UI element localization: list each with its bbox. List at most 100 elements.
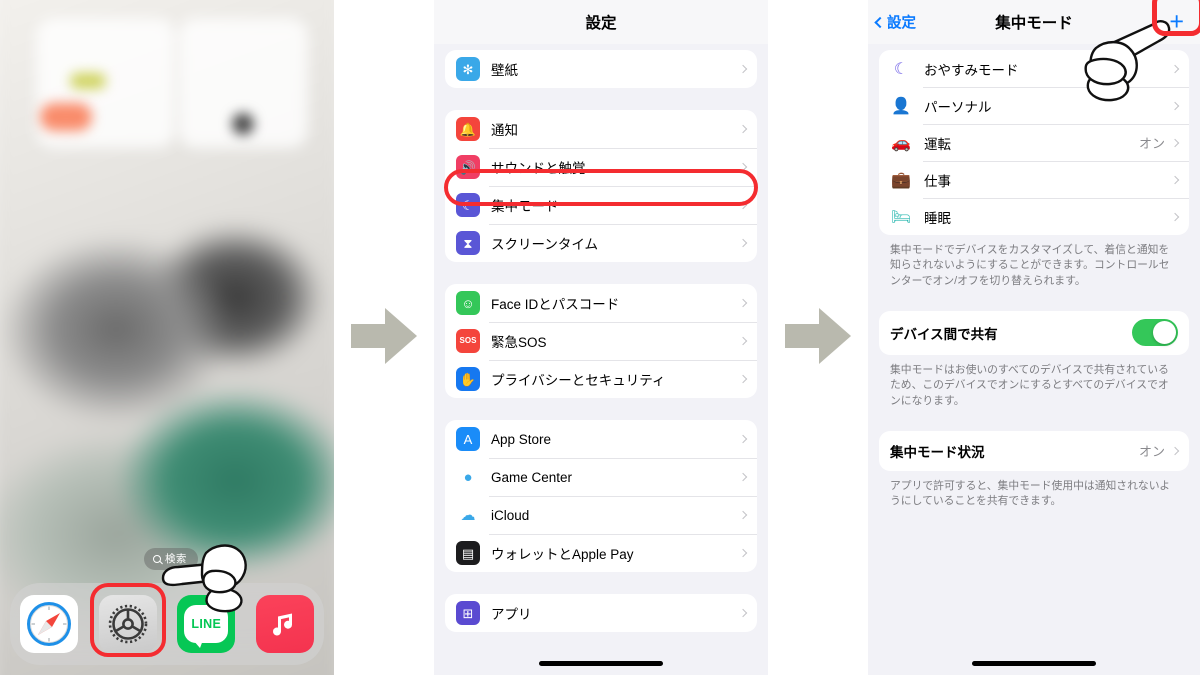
dock-app-settings[interactable]	[98, 595, 157, 653]
settings-row-faceid[interactable]: ☺ Face IDとパスコード	[445, 284, 757, 322]
widget-accent-dark	[232, 113, 254, 135]
settings-row-label: Game Center	[491, 469, 573, 485]
chevron-right-icon	[738, 548, 748, 558]
focus-mode-row[interactable]: 💼 仕事	[879, 161, 1189, 198]
faceid-icon: ☺	[456, 291, 480, 315]
settings-row-label: 通知	[491, 123, 518, 138]
chevron-right-icon	[738, 162, 748, 172]
focus-modes-footnote: 集中モードでデバイスをカスタマイズして、着信と通知を知らされないようにすることが…	[890, 244, 1170, 287]
chevron-right-icon	[738, 124, 748, 134]
share-across-devices-toggle[interactable]	[1132, 319, 1178, 347]
car-icon: 🚗	[891, 134, 911, 152]
share-across-devices-footnote: 集中モードはお使いのすべてのデバイスで共有されているため、このデバイスでオンにす…	[890, 363, 1169, 407]
settings-nav-bar: 設定	[434, 0, 768, 44]
chevron-right-icon	[738, 510, 748, 520]
settings-group: 🔔 通知 🔊 サウンドと触覚 ☾ 集中モード ⧗ スクリーンタイム	[445, 110, 757, 262]
pointing-hand-dock	[161, 544, 247, 613]
settings-row-label: プライバシーとセキュリティ	[491, 373, 666, 388]
moon-icon: ☾	[456, 193, 480, 217]
person-icon: 👤	[891, 97, 911, 115]
back-button[interactable]: 設定	[874, 12, 916, 33]
phone-home-screen: 検索 LINE	[0, 0, 334, 675]
settings-row-speaker[interactable]: 🔊 サウンドと触覚	[445, 148, 757, 186]
focus-status-label: 集中モード状況	[890, 444, 985, 460]
icloud-icon: ☁	[456, 503, 480, 527]
phone-settings-screen: 設定 ✻ 壁紙 🔔 通知 🔊 サウンドと触覚 ☾ 集中モード ⧗ スクリーンタイム ☺ Face ID…	[434, 0, 768, 675]
focus-mode-label: 運転	[924, 136, 951, 152]
phone-focus-screen: 設定 集中モード + ☾ おやすみモード 👤 パーソナル 🚗 運転 オン 💼 仕事 🛏 睡眠 集中モ…	[868, 0, 1200, 675]
chevron-right-icon	[1170, 138, 1180, 147]
music-note-icon	[272, 613, 292, 636]
settings-row-moon[interactable]: ☾ 集中モード	[445, 186, 757, 224]
focus-mode-row[interactable]: 🚗 運転 オン	[879, 124, 1189, 161]
focus-status-row[interactable]: 集中モード状況 オン	[879, 431, 1189, 471]
arrow-head	[385, 308, 417, 364]
focus-mode-row[interactable]: 🛏 睡眠	[879, 198, 1189, 235]
arrow-head	[819, 308, 851, 364]
settings-row-wallpaper[interactable]: ✻ 壁紙	[445, 50, 757, 88]
focus-scroll-area[interactable]: ☾ おやすみモード 👤 パーソナル 🚗 運転 オン 💼 仕事 🛏 睡眠 集中モードでデバイスをカスタ…	[868, 50, 1200, 510]
focus-status-value: オン	[1138, 444, 1165, 460]
chevron-right-icon	[738, 238, 748, 248]
screenshot-root: 検索 LINE 設定 ✻ 壁紙 🔔 通知 🔊 サウンドと触覚 ☾ 集中モード ⧗…	[0, 0, 1200, 675]
safari-compass-icon	[27, 602, 72, 646]
settings-row-hourglass[interactable]: ⧗ スクリーンタイム	[445, 224, 757, 262]
focus-mode-value: オン	[1138, 136, 1165, 151]
focus-mode-label: 睡眠	[924, 210, 951, 226]
settings-row-appstore[interactable]: A App Store	[445, 420, 757, 458]
settings-row-label: App Store	[491, 431, 552, 447]
settings-row-icloud[interactable]: ☁ iCloud	[445, 496, 757, 534]
highlight-ring-plus-button	[1152, 0, 1200, 36]
wallet-icon: ▤	[456, 541, 480, 565]
settings-row-hand-privacy[interactable]: ✋ プライバシーとセキュリティ	[445, 360, 757, 398]
chevron-left-icon	[874, 16, 886, 28]
chevron-right-icon	[738, 200, 748, 210]
settings-row-sos[interactable]: SOS 緊急SOS	[445, 322, 757, 360]
chevron-right-icon	[738, 374, 748, 384]
widget-accent-green	[70, 73, 106, 89]
settings-row-wallet[interactable]: ▤ ウォレットとApple Pay	[445, 534, 757, 572]
chevron-right-icon	[738, 64, 748, 74]
settings-group: ☺ Face IDとパスコード SOS 緊急SOS ✋ プライバシーとセキュリティ	[445, 284, 757, 398]
step-arrow-1	[351, 308, 417, 364]
gear-icon	[108, 604, 148, 644]
settings-scroll-area[interactable]: ✻ 壁紙 🔔 通知 🔊 サウンドと触覚 ☾ 集中モード ⧗ スクリーンタイム ☺ Face IDとパス…	[434, 50, 768, 632]
briefcase-icon: 💼	[891, 171, 911, 189]
settings-row-label: 集中モード	[491, 199, 559, 214]
back-button-label: 設定	[887, 15, 916, 32]
settings-row-bell[interactable]: 🔔 通知	[445, 110, 757, 148]
sos-icon: SOS	[456, 329, 480, 353]
hand-privacy-icon: ✋	[456, 367, 480, 391]
settings-row-gamecenter[interactable]: ● Game Center	[445, 458, 757, 496]
settings-row-apps-grid[interactable]: ⊞ アプリ	[445, 594, 757, 632]
settings-row-label: サウンドと触覚	[491, 161, 586, 176]
settings-group: ⊞ アプリ	[445, 594, 757, 632]
chevron-right-icon	[1170, 175, 1180, 184]
settings-row-label: アプリ	[491, 607, 532, 622]
bell-icon: 🔔	[456, 117, 480, 141]
share-across-devices-group: デバイス間で共有	[879, 310, 1189, 355]
dock-app-safari[interactable]	[20, 595, 79, 653]
page-title: 設定	[585, 15, 617, 32]
settings-row-label: ウォレットとApple Pay	[491, 547, 634, 562]
gamecenter-icon: ●	[456, 465, 480, 489]
chevron-right-icon	[738, 298, 748, 308]
settings-row-label: Face IDとパスコード	[491, 297, 620, 312]
settings-group: A App Store ● Game Center ☁ iCloud ▤ ウォレットとAppl…	[445, 420, 757, 572]
focus-status-footnote: アプリで許可すると、集中モード使用中は通知されないようにしていることを共有できま…	[890, 479, 1171, 508]
toggle-knob	[1153, 321, 1176, 345]
settings-row-label: iCloud	[491, 507, 530, 523]
settings-group: ✻ 壁紙	[445, 50, 757, 88]
chevron-right-icon	[1170, 212, 1180, 221]
widget-accent-orange	[40, 103, 92, 131]
wallpaper-icon: ✻	[456, 57, 480, 81]
home-indicator	[539, 661, 663, 666]
settings-row-label: スクリーンタイム	[491, 237, 599, 252]
chevron-right-icon	[738, 336, 748, 346]
settings-row-label: 緊急SOS	[491, 335, 547, 350]
step-arrow-2	[785, 308, 851, 364]
share-across-devices-row[interactable]: デバイス間で共有	[879, 311, 1189, 355]
chevron-right-icon	[738, 472, 748, 482]
home-indicator	[972, 661, 1096, 666]
apps-grid-icon: ⊞	[456, 601, 480, 625]
